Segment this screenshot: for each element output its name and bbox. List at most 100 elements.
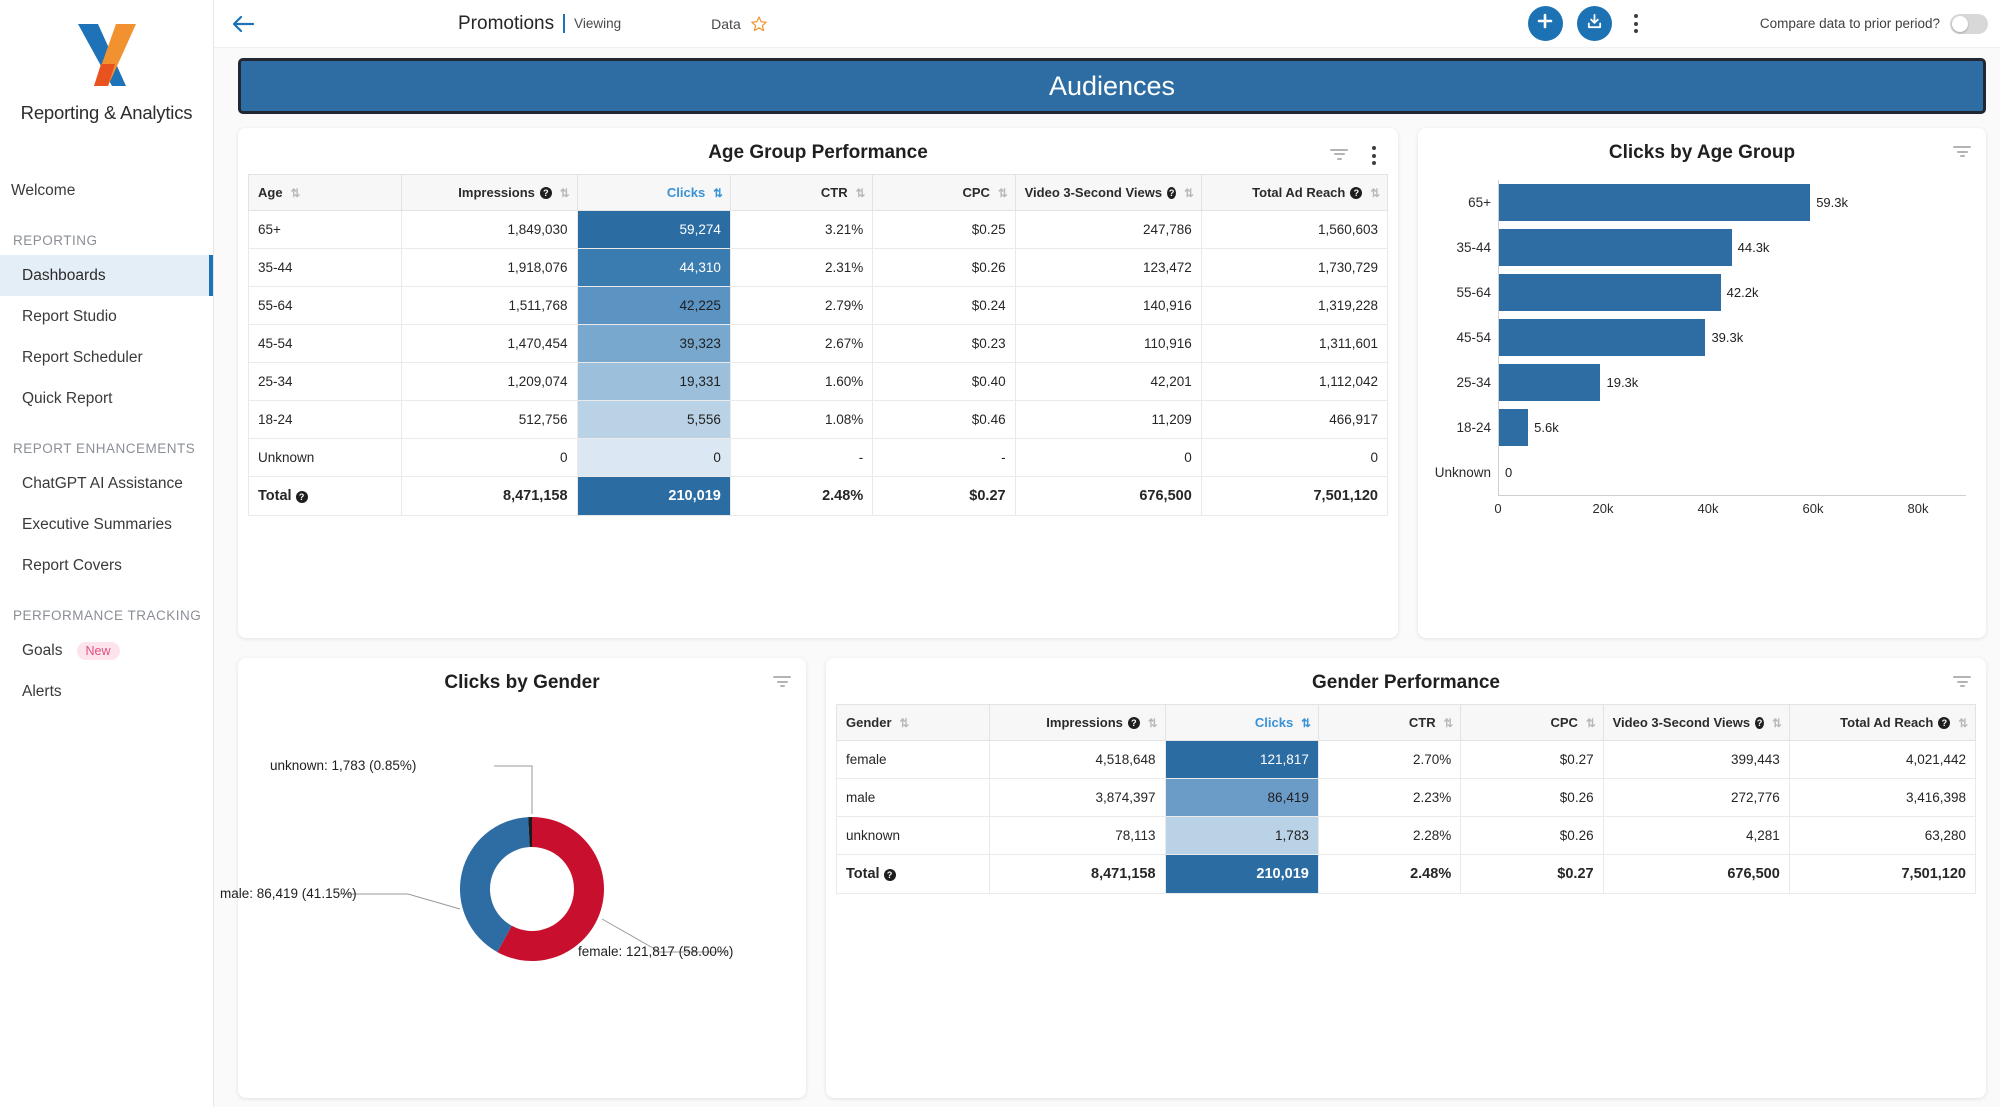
column-header-age[interactable]: Age⇅: [249, 175, 402, 211]
cell-cpc: $0.40: [873, 363, 1015, 401]
bar[interactable]: [1499, 319, 1705, 356]
info-icon[interactable]: ?: [1350, 187, 1362, 199]
info-icon[interactable]: ?: [1938, 717, 1950, 729]
back-arrow-icon[interactable]: [228, 9, 258, 39]
cell-ctr: 3.21%: [730, 211, 872, 249]
sidebar-item-chatgpt-ai-assistance[interactable]: ChatGPT AI Assistance: [0, 463, 213, 504]
donut-svg: [248, 704, 796, 1034]
table-row[interactable]: 55-64 1,511,768 42,225 2.79% $0.24 140,9…: [249, 287, 1388, 325]
cell-impressions: 8,471,158: [990, 855, 1165, 894]
sort-icon: ⇅: [1444, 716, 1452, 730]
sidebar-item-report-scheduler[interactable]: Report Scheduler: [0, 337, 213, 378]
more-vertical-icon[interactable]: [1626, 14, 1646, 33]
bar-value-label: 19.3k: [1600, 375, 1638, 390]
filter-icon[interactable]: [1952, 146, 1972, 160]
sidebar-item-label: Report Covers: [22, 557, 122, 575]
sidebar-item-report-covers[interactable]: Report Covers: [0, 545, 213, 586]
bar[interactable]: [1499, 364, 1600, 401]
filter-icon[interactable]: [1329, 149, 1349, 163]
filter-icon[interactable]: [772, 676, 792, 690]
column-header-cpc[interactable]: CPC⇅: [1461, 705, 1603, 741]
sort-icon: ⇅: [1370, 186, 1378, 200]
sidebar-item-label: Executive Summaries: [22, 516, 172, 534]
table-row[interactable]: Unknown 0 0 - - 0 0: [249, 439, 1388, 477]
cell-reach: 1,112,042: [1201, 363, 1387, 401]
sidebar-item-report-studio[interactable]: Report Studio: [0, 296, 213, 337]
cell-total-label: Total ?: [249, 477, 402, 516]
info-icon[interactable]: ?: [884, 869, 896, 881]
bar-category-label: Unknown: [1434, 465, 1498, 480]
column-header-video-3-second-views[interactable]: Video 3-Second Views?⇅: [1603, 705, 1789, 741]
gender-performance-card: Gender Performance Gender⇅ Impressions?⇅…: [826, 658, 1986, 1098]
column-header-total-ad-reach[interactable]: Total Ad Reach?⇅: [1789, 705, 1975, 741]
table-header-row: Age⇅ Impressions?⇅ Clicks⇅ CTR⇅ CPC⇅ Vid…: [249, 175, 1388, 211]
cell-ctr: 2.23%: [1318, 779, 1460, 817]
compare-toggle[interactable]: [1950, 14, 1988, 34]
info-icon[interactable]: ?: [1755, 717, 1764, 729]
sidebar: Reporting & Analytics Welcome REPORTING …: [0, 0, 214, 1107]
column-header-cpc[interactable]: CPC⇅: [873, 175, 1015, 211]
bar[interactable]: [1499, 229, 1732, 266]
bar-row: 45-5439.3k: [1434, 315, 1966, 360]
cell-cpc: $0.46: [873, 401, 1015, 439]
download-button[interactable]: [1577, 6, 1612, 41]
sidebar-item-alerts[interactable]: Alerts: [0, 671, 213, 712]
cell-clicks: 42,225: [577, 287, 730, 325]
column-header-clicks[interactable]: Clicks⇅: [1165, 705, 1318, 741]
cell-ctr: 2.79%: [730, 287, 872, 325]
table-row[interactable]: 18-24 512,756 5,556 1.08% $0.46 11,209 4…: [249, 401, 1388, 439]
star-outline-icon[interactable]: [750, 15, 768, 33]
column-header-clicks[interactable]: Clicks⇅: [577, 175, 730, 211]
filter-icon[interactable]: [1952, 676, 1972, 690]
more-vertical-icon[interactable]: [1364, 146, 1384, 165]
table-total-row: Total ? 8,471,158 210,019 2.48% $0.27 67…: [837, 855, 1976, 894]
bar-row: 55-6442.2k: [1434, 270, 1966, 315]
bar[interactable]: [1499, 184, 1810, 221]
info-icon[interactable]: ?: [1167, 187, 1176, 199]
info-icon[interactable]: ?: [296, 491, 308, 503]
sidebar-item-quick-report[interactable]: Quick Report: [0, 378, 213, 419]
info-icon[interactable]: ?: [1128, 717, 1140, 729]
bar[interactable]: [1499, 409, 1528, 446]
cell-age: 45-54: [249, 325, 402, 363]
sidebar-item-executive-summaries[interactable]: Executive Summaries: [0, 504, 213, 545]
table-header-row: Gender⇅ Impressions?⇅ Clicks⇅ CTR⇅ CPC⇅ …: [837, 705, 1976, 741]
bar[interactable]: [1499, 274, 1721, 311]
table-row[interactable]: male 3,874,397 86,419 2.23% $0.26 272,77…: [837, 779, 1976, 817]
cell-cpc: -: [873, 439, 1015, 477]
cell-clicks: 19,331: [577, 363, 730, 401]
document-title-block: Promotions Viewing: [458, 13, 621, 35]
column-label: Video 3-Second Views: [1025, 185, 1163, 200]
card-toolbar: [772, 676, 792, 690]
column-label: Age: [258, 185, 283, 200]
sidebar-section-performance-tracking: PERFORMANCE TRACKING: [0, 586, 213, 630]
add-button[interactable]: [1528, 6, 1563, 41]
info-icon[interactable]: ?: [540, 187, 552, 199]
table-row[interactable]: female 4,518,648 121,817 2.70% $0.27 399…: [837, 741, 1976, 779]
column-header-video-3-second-views[interactable]: Video 3-Second Views?⇅: [1015, 175, 1201, 211]
table-row[interactable]: unknown 78,113 1,783 2.28% $0.26 4,281 6…: [837, 817, 1976, 855]
cell-clicks: 210,019: [1165, 855, 1318, 894]
table-row[interactable]: 65+ 1,849,030 59,274 3.21% $0.25 247,786…: [249, 211, 1388, 249]
column-header-impressions[interactable]: Impressions?⇅: [402, 175, 577, 211]
total-label: Total: [258, 488, 292, 504]
cell-ctr: 2.31%: [730, 249, 872, 287]
column-header-gender[interactable]: Gender⇅: [837, 705, 990, 741]
gender-performance-table: Gender⇅ Impressions?⇅ Clicks⇅ CTR⇅ CPC⇅ …: [836, 704, 1976, 894]
table-row[interactable]: 45-54 1,470,454 39,323 2.67% $0.23 110,9…: [249, 325, 1388, 363]
cell-cpc: $0.27: [873, 477, 1015, 516]
column-label: Impressions: [458, 185, 535, 200]
table-total-row: Total ? 8,471,158 210,019 2.48% $0.27 67…: [249, 477, 1388, 516]
column-header-total-ad-reach[interactable]: Total Ad Reach?⇅: [1201, 175, 1387, 211]
column-header-ctr[interactable]: CTR⇅: [1318, 705, 1460, 741]
table-row[interactable]: 25-34 1,209,074 19,331 1.60% $0.40 42,20…: [249, 363, 1388, 401]
column-header-impressions[interactable]: Impressions?⇅: [990, 705, 1165, 741]
sidebar-item-goals[interactable]: Goals New: [0, 630, 213, 671]
bar-value-label: 44.3k: [1732, 240, 1770, 255]
sidebar-item-dashboards[interactable]: Dashboards: [0, 255, 213, 296]
table-row[interactable]: 35-44 1,918,076 44,310 2.31% $0.26 123,4…: [249, 249, 1388, 287]
sidebar-item-label: Goals: [22, 642, 63, 660]
sidebar-item-welcome[interactable]: Welcome: [0, 170, 213, 211]
data-tab[interactable]: Data: [711, 15, 768, 33]
column-header-ctr[interactable]: CTR⇅: [730, 175, 872, 211]
